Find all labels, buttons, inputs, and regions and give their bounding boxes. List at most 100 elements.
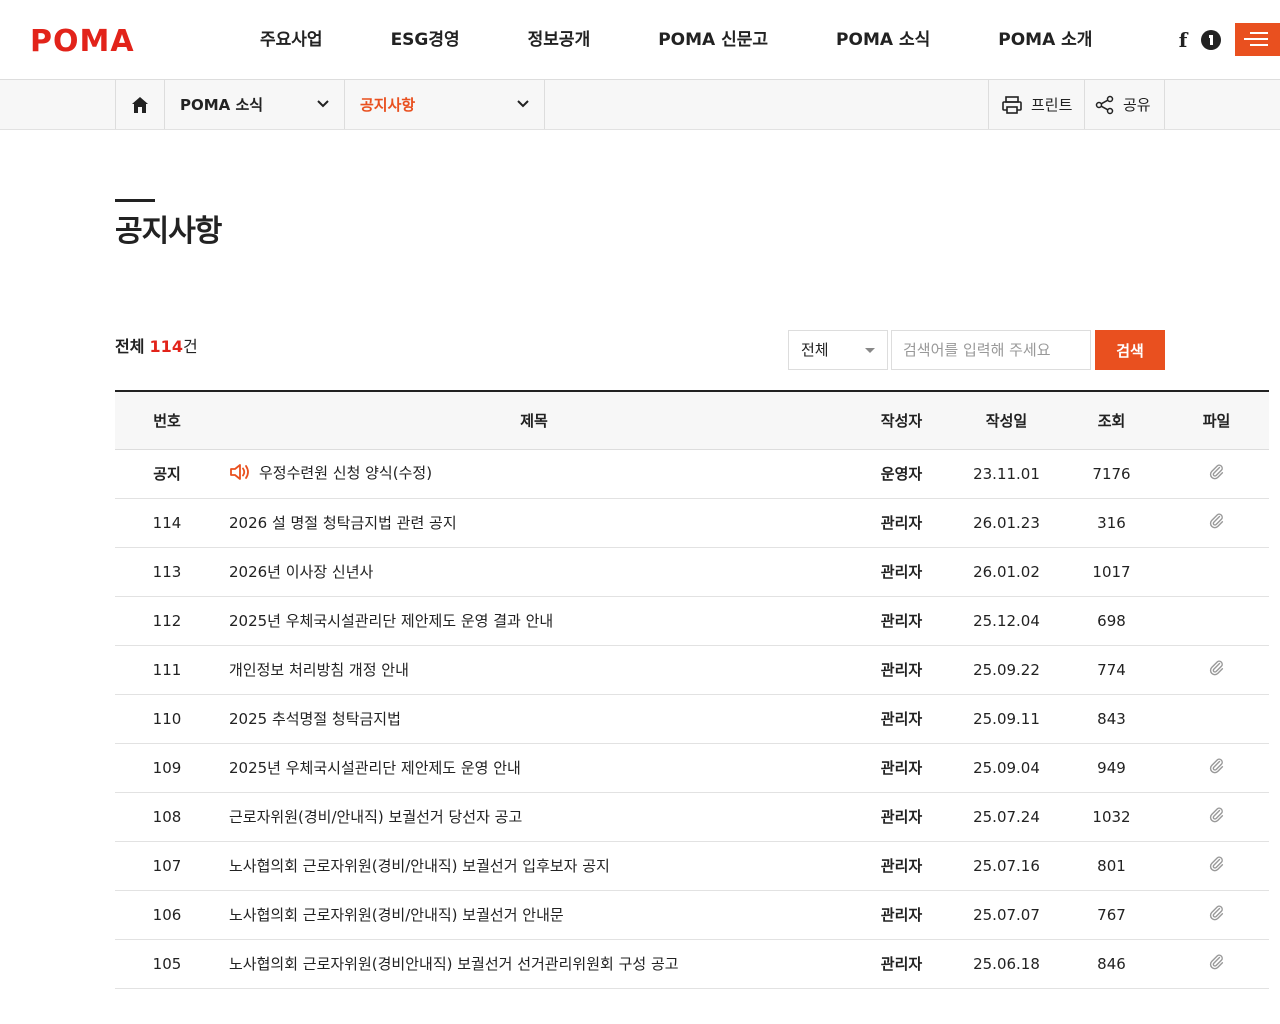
table-row[interactable]: 106 노사협의회 근로자위원(경비/안내직) 보궐선거 안내문 관리자 25.07.… (115, 890, 1269, 939)
row-number: 107 (152, 856, 182, 875)
nav-item-esg[interactable]: ESG경영 (357, 0, 494, 80)
row-views: 7176 (1092, 464, 1131, 483)
row-title-link[interactable]: 2026 설 명절 청탁금지법 관련 공지 (219, 498, 849, 547)
row-date: 26.01.23 (973, 513, 1040, 532)
depth1-select[interactable]: POMA 소식 (165, 80, 345, 129)
row-title-link[interactable]: 우정수련원 신청 양식(수정) (219, 449, 849, 498)
row-writer: 관리자 (880, 612, 923, 630)
home-icon[interactable] (115, 80, 165, 129)
speaker-icon (229, 463, 251, 485)
depth2-select[interactable]: 공지사항 (345, 80, 545, 129)
row-title-link[interactable]: 노사협의회 근로자위원(경비/안내직) 보궐선거 입후보자 공지 (219, 841, 849, 890)
table-row[interactable]: 108 근로자위원(경비/안내직) 보궐선거 당선자 공고 관리자 25.07.24 1… (115, 792, 1269, 841)
paperclip-icon[interactable] (1209, 513, 1225, 533)
table-row[interactable]: 111 개인정보 처리방침 개정 안내 관리자 25.09.22 774 (115, 645, 1269, 694)
table-row[interactable]: 107 노사협의회 근로자위원(경비/안내직) 보궐선거 입후보자 공지 관리자 25… (115, 841, 1269, 890)
row-views: 843 (1097, 709, 1126, 728)
row-title-link[interactable]: 2026년 이사장 신년사 (219, 547, 849, 596)
row-title-link[interactable]: 개인정보 처리방침 개정 안내 (219, 645, 849, 694)
nav-item-petition[interactable]: POMA 신문고 (624, 0, 802, 80)
row-number: 105 (152, 954, 182, 973)
table-header-row: 번호 제목 작성자 작성일 조회 파일 (115, 391, 1269, 449)
row-title-link[interactable]: 2025년 우체국시설관리단 제안제도 운영 결과 안내 (219, 596, 849, 645)
facebook-icon[interactable]: f (1171, 28, 1195, 52)
row-title-link[interactable]: 2025 추석명절 청탁금지법 (219, 694, 849, 743)
notice-row[interactable]: 공지 우정수련원 신청 양식(수정) 운영자 23.11.01 7176 (115, 449, 1269, 498)
row-title-link[interactable]: 2025년 우체국시설관리단 제안제도 운영 안내 (219, 743, 849, 792)
search-category-value: 전체 (801, 341, 829, 359)
row-number: 106 (152, 905, 182, 924)
table-row[interactable]: 114 2026 설 명절 청탁금지법 관련 공지 관리자 26.01.23 316 (115, 498, 1269, 547)
row-date: 25.09.22 (973, 660, 1040, 679)
paperclip-icon[interactable] (1209, 954, 1225, 974)
row-title: 우정수련원 신청 양식(수정) (259, 464, 433, 482)
row-writer: 관리자 (880, 710, 923, 728)
row-title-link[interactable]: 근로자위원(경비/안내직) 보궐선거 당선자 공고 (219, 792, 849, 841)
table-row[interactable]: 109 2025년 우체국시설관리단 제안제도 운영 안내 관리자 25.09.04 9… (115, 743, 1269, 792)
paperclip-icon[interactable] (1209, 807, 1225, 827)
paperclip-icon[interactable] (1209, 660, 1225, 680)
col-header-title: 제목 (520, 411, 548, 430)
row-title: 개인정보 처리방침 개정 안내 (229, 661, 409, 679)
row-writer: 관리자 (880, 857, 923, 875)
paperclip-icon[interactable] (1209, 856, 1225, 876)
row-views: 316 (1097, 513, 1126, 532)
nav-item-business[interactable]: 주요사업 (226, 0, 357, 80)
row-title: 2025년 우체국시설관리단 제안제도 운영 안내 (229, 759, 521, 777)
row-title: 2025 추석명절 청탁금지법 (229, 710, 401, 728)
share-icon (1095, 95, 1114, 114)
table-row[interactable]: 112 2025년 우체국시설관리단 제안제도 운영 결과 안내 관리자 25.12.… (115, 596, 1269, 645)
paperclip-icon[interactable] (1209, 758, 1225, 778)
table-row[interactable]: 113 2026년 이사장 신년사 관리자 26.01.02 1017 (115, 547, 1269, 596)
search-category-select[interactable]: 전체 (788, 330, 888, 370)
nav-item-news[interactable]: POMA 소식 (802, 0, 964, 80)
page-title: 공지사항 (115, 214, 222, 249)
nav-item-disclosure[interactable]: 정보공개 (494, 0, 625, 80)
row-number: 111 (152, 660, 182, 679)
share-button[interactable]: 공유 (1084, 80, 1165, 129)
table-row[interactable]: 110 2025 추석명절 청탁금지법 관리자 25.09.11 843 (115, 694, 1269, 743)
col-header-date: 작성일 (985, 411, 1028, 430)
row-title: 2026년 이사장 신년사 (229, 563, 374, 581)
print-label: 프린트 (1031, 96, 1073, 114)
row-number: 110 (152, 709, 182, 728)
paperclip-icon[interactable] (1209, 464, 1225, 484)
row-file (1164, 792, 1269, 841)
row-views: 1017 (1092, 562, 1131, 581)
print-button[interactable]: 프린트 (988, 80, 1084, 129)
total-number: 114 (149, 337, 183, 356)
row-number: 114 (152, 513, 182, 532)
logo-text: POMA (30, 24, 135, 59)
row-writer: 운영자 (880, 465, 923, 483)
row-title-link[interactable]: 노사협의회 근로자위원(경비안내직) 보궐선거 선거관리위원회 구성 공고 (219, 939, 849, 988)
row-date: 25.12.04 (973, 611, 1040, 630)
nav-item-about[interactable]: POMA 소개 (964, 0, 1126, 80)
row-title: 노사협의회 근로자위원(경비안내직) 보궐선거 선거관리위원회 구성 공고 (229, 955, 679, 973)
title-accent-bar (115, 199, 155, 202)
row-file (1164, 498, 1269, 547)
col-header-views: 조회 (1097, 411, 1126, 430)
row-number: 공지 (153, 465, 181, 483)
table-row[interactable]: 105 노사협의회 근로자위원(경비안내직) 보궐선거 선거관리위원회 구성 공고… (115, 939, 1269, 988)
row-file (1164, 939, 1269, 988)
search-button[interactable]: 검색 (1095, 330, 1165, 370)
col-header-no: 번호 (153, 411, 181, 430)
row-number: 109 (152, 758, 182, 777)
paperclip-icon[interactable] (1209, 905, 1225, 925)
site-header: POMA 주요사업 ESG경영 정보공개 POMA 신문고 POMA 소식 PO… (0, 0, 1280, 80)
total-unit: 건 (182, 337, 198, 356)
row-number: 113 (152, 562, 182, 581)
depth2-label: 공지사항 (360, 96, 416, 114)
row-date: 25.07.16 (973, 856, 1040, 875)
hamburger-menu-icon[interactable] (1235, 23, 1280, 56)
row-file (1164, 449, 1269, 498)
poma-logo[interactable]: POMA (30, 22, 152, 59)
row-title-link[interactable]: 노사협의회 근로자위원(경비/안내직) 보궐선거 안내문 (219, 890, 849, 939)
depth1-label: POMA 소식 (180, 96, 264, 114)
row-file (1164, 890, 1269, 939)
caret-down-icon (865, 348, 875, 353)
search-input[interactable] (891, 330, 1091, 370)
row-file (1164, 645, 1269, 694)
row-number: 108 (152, 807, 182, 826)
blog-icon[interactable] (1199, 28, 1223, 52)
